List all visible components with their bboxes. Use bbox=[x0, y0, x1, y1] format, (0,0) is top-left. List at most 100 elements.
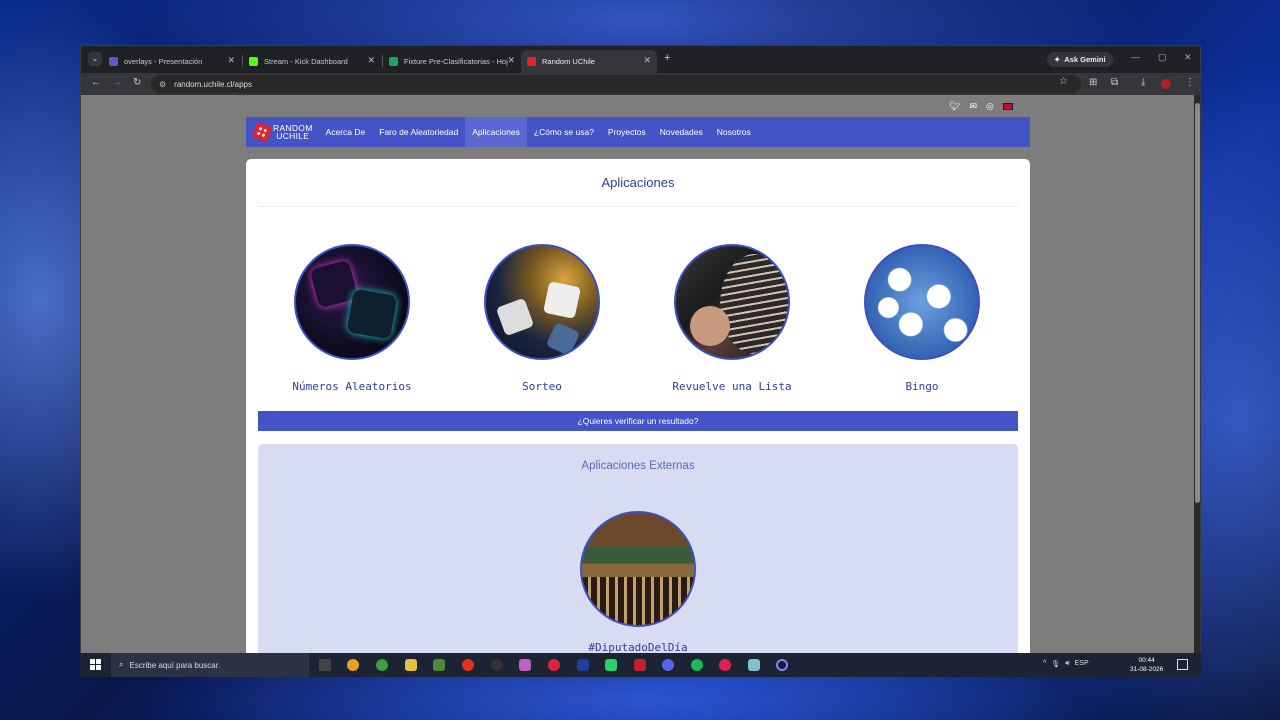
reload-icon[interactable]: ↻ bbox=[133, 77, 141, 88]
profile-avatar[interactable] bbox=[1161, 79, 1171, 89]
cortana-icon[interactable] bbox=[776, 659, 788, 671]
congress-chamber-image[interactable] bbox=[580, 511, 696, 627]
gemini-sparkle-icon: ✦ bbox=[1054, 55, 1061, 64]
nav-acerca-de[interactable]: Acerca De bbox=[319, 117, 373, 147]
taskbar-search-box[interactable]: ⌕ Escribe aquí para buscar. bbox=[111, 653, 309, 677]
tab-search-button[interactable]: ⌄ bbox=[88, 52, 102, 66]
download-icon[interactable]: ⤓ bbox=[1141, 77, 1145, 88]
media-app-icon[interactable] bbox=[462, 659, 474, 671]
system-tray: ^ 🎙︎ 🔊︎ ESP bbox=[1043, 660, 1089, 668]
whatsapp-icon[interactable] bbox=[605, 659, 617, 671]
dice-logo-icon bbox=[251, 121, 273, 143]
nav-novedades[interactable]: Novedades bbox=[653, 117, 710, 147]
close-tab-icon[interactable]: ✕ bbox=[227, 55, 235, 66]
site-logo[interactable]: RANDOM UCHILE bbox=[251, 121, 313, 143]
twitch-icon[interactable] bbox=[519, 659, 531, 671]
chevron-up-icon[interactable]: ^ bbox=[1043, 660, 1046, 668]
nav-como-se-usa[interactable]: ¿Cómo se usa? bbox=[527, 117, 601, 147]
app-name[interactable]: Sorteo bbox=[457, 380, 627, 393]
nav-aplicaciones[interactable]: Aplicaciones bbox=[465, 117, 527, 147]
new-tab-button[interactable]: + bbox=[664, 52, 670, 64]
close-tab-icon[interactable]: ✕ bbox=[367, 55, 375, 66]
language-indicator[interactable]: ESP bbox=[1075, 660, 1089, 668]
app-numeros-aleatorios[interactable]: Números Aleatorios bbox=[267, 244, 437, 393]
app-revuelve-lista[interactable]: Revuelve una Lista bbox=[647, 244, 817, 393]
url-text: random.uchile.cl/apps bbox=[174, 79, 252, 89]
forward-icon[interactable]: → bbox=[112, 77, 122, 88]
app-name[interactable]: Revuelve una Lista bbox=[647, 380, 817, 393]
discord-icon[interactable] bbox=[662, 659, 674, 671]
site-settings-icon[interactable]: ⚙ bbox=[159, 80, 166, 89]
app-diputado-del-dia[interactable]: #DiputadoDelDía bbox=[578, 511, 698, 654]
ask-gemini-button[interactable]: ✦ Ask Gemini bbox=[1047, 52, 1113, 67]
tab-title: Random UChile bbox=[542, 57, 595, 66]
chrome-icon[interactable] bbox=[347, 659, 359, 671]
notes-app-icon[interactable] bbox=[748, 659, 760, 671]
browser-window: ⌄ overlays - Presentación ✕ Stream - Kic… bbox=[80, 45, 1201, 676]
tab-kick-dashboard[interactable]: Stream - Kick Dashboard ✕ bbox=[243, 50, 381, 73]
nav-faro[interactable]: Faro de Aleatoriedad bbox=[372, 117, 465, 147]
tab-favicon-icon bbox=[109, 57, 118, 66]
page-title: Aplicaciones bbox=[601, 175, 675, 190]
maximize-icon[interactable]: ▢ bbox=[1158, 52, 1167, 63]
tab-title: overlays - Presentación bbox=[124, 57, 203, 66]
close-window-icon[interactable]: ✕ bbox=[1184, 52, 1192, 63]
close-tab-icon[interactable]: ✕ bbox=[507, 55, 515, 66]
menu-kebab-icon[interactable]: ⋮ bbox=[1185, 77, 1195, 88]
tab-overlays[interactable]: overlays - Presentación ✕ bbox=[103, 50, 241, 73]
external-apps-title: Aplicaciones Externas bbox=[581, 460, 695, 472]
browser-toolbar: ← → ↻ ⚙ random.uchile.cl/apps ☆ ⊞ ⧉ ⤓ ⋮ bbox=[81, 73, 1200, 95]
app-bingo[interactable]: Bingo bbox=[837, 244, 1007, 393]
dice-neon-image[interactable] bbox=[294, 244, 410, 360]
mail-icon[interactable]: ✉ bbox=[969, 101, 977, 112]
extension-icon[interactable]: ⊞ bbox=[1089, 77, 1097, 88]
calendar-app-icon[interactable] bbox=[634, 659, 646, 671]
volume-icon[interactable]: 🔊︎ bbox=[1065, 660, 1069, 668]
obs-icon[interactable] bbox=[491, 659, 503, 671]
windows-start-icon[interactable] bbox=[90, 659, 101, 670]
address-bar[interactable]: ⚙ random.uchile.cl/apps bbox=[151, 75, 1081, 93]
spotify-icon[interactable] bbox=[691, 659, 703, 671]
microphone-icon[interactable]: 🎙︎ bbox=[1051, 660, 1060, 668]
tab-random-uchile[interactable]: Random UChile ✕ bbox=[521, 50, 657, 73]
close-tab-icon[interactable]: ✕ bbox=[643, 55, 651, 66]
back-icon[interactable]: ← bbox=[91, 77, 101, 88]
tab-fixture-sheet[interactable]: Fixture Pre-Clasificatorias - Hoj ✕ bbox=[383, 50, 521, 73]
notification-icon[interactable] bbox=[1177, 659, 1188, 670]
twitter-icon[interactable]: 🐦︎ bbox=[949, 101, 960, 112]
tab-bar: ⌄ overlays - Presentación ✕ Stream - Kic… bbox=[81, 46, 1200, 73]
tab-title: Fixture Pre-Clasificatorias - Hoj bbox=[404, 57, 508, 66]
music-app-icon[interactable] bbox=[719, 659, 731, 671]
app-name[interactable]: Bingo bbox=[837, 380, 1007, 393]
app-name[interactable]: Números Aleatorios bbox=[267, 380, 437, 393]
extensions-puzzle-icon[interactable]: ⧉ bbox=[1111, 77, 1118, 88]
windows-taskbar: ⌕ Escribe aquí para buscar. ^ 🎙︎ 🔊︎ ESP … bbox=[80, 653, 1201, 677]
file-explorer-icon[interactable] bbox=[405, 659, 417, 671]
task-view-icon[interactable] bbox=[319, 659, 331, 671]
bookmark-star-icon[interactable]: ☆ bbox=[1059, 76, 1068, 87]
tab-title: Stream - Kick Dashboard bbox=[264, 57, 348, 66]
tab-favicon-icon bbox=[527, 57, 536, 66]
bingo-balls-image[interactable] bbox=[864, 244, 980, 360]
rss-icon[interactable]: ◎ bbox=[986, 101, 994, 112]
verify-result-button[interactable]: ¿Quieres verificar un resultado? bbox=[258, 411, 1018, 431]
chrome-profile-icon[interactable] bbox=[376, 659, 388, 671]
player-icon[interactable] bbox=[548, 659, 560, 671]
dice-pile-image[interactable] bbox=[484, 244, 600, 360]
nav-nosotros[interactable]: Nosotros bbox=[710, 117, 758, 147]
uk-flag-icon[interactable] bbox=[1002, 103, 1013, 110]
web-page: 🐦︎ ✉ ◎ RANDOM UCHILE Acerca De Faro de A… bbox=[81, 95, 1194, 655]
tab-favicon-icon bbox=[249, 57, 258, 66]
minecraft-icon[interactable] bbox=[433, 659, 445, 671]
taskbar-clock[interactable]: 00:44 31-08-2026 bbox=[1130, 656, 1163, 674]
app-y-icon[interactable] bbox=[577, 659, 589, 671]
search-icon: ⌕ bbox=[119, 660, 124, 669]
minimize-icon[interactable]: — bbox=[1131, 52, 1140, 62]
nav-proyectos[interactable]: Proyectos bbox=[601, 117, 653, 147]
scrollbar-thumb[interactable] bbox=[1195, 103, 1200, 503]
social-links: 🐦︎ ✉ ◎ bbox=[949, 101, 1013, 112]
poker-chips-image[interactable] bbox=[674, 244, 790, 360]
external-apps-section: Aplicaciones Externas #DiputadoDelDía bbox=[258, 444, 1018, 655]
divider bbox=[258, 206, 1018, 207]
app-sorteo[interactable]: Sorteo bbox=[457, 244, 627, 393]
